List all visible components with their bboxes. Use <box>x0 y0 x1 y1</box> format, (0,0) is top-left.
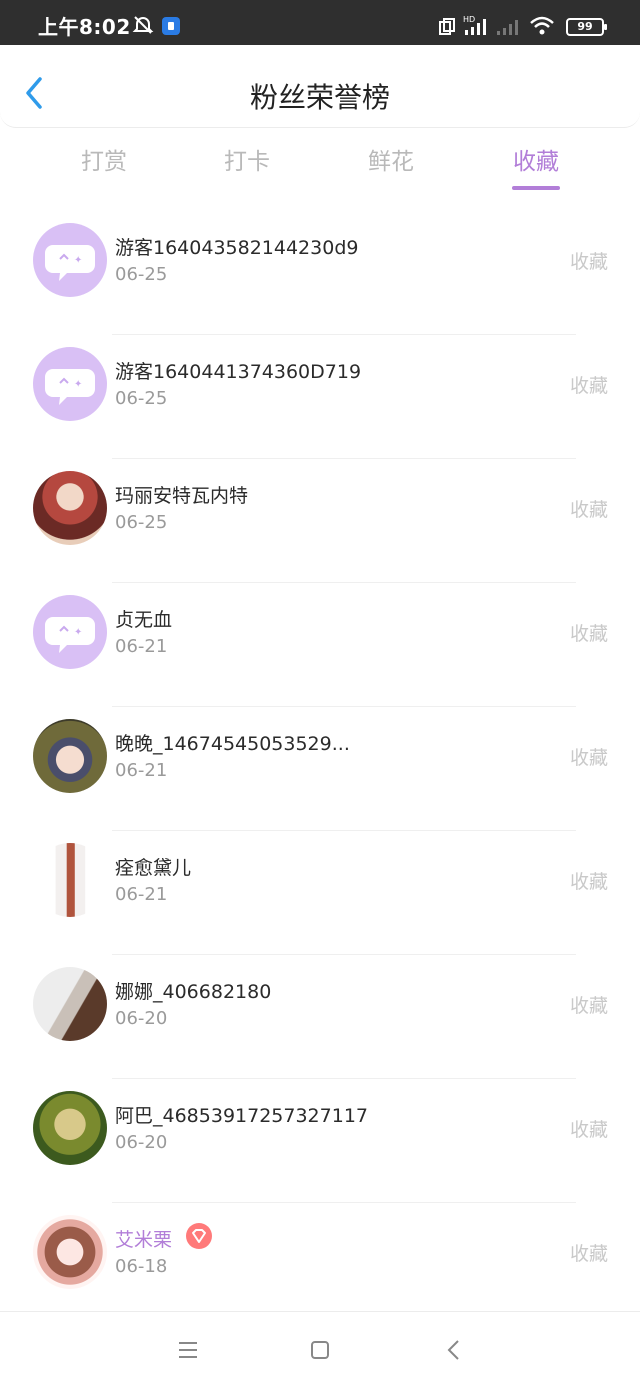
svg-text:✦: ✦ <box>74 627 82 638</box>
app-notification-icon <box>162 17 180 35</box>
favorite-label: 收藏 <box>569 871 608 893</box>
status-time: 上午8:02 <box>38 15 131 39</box>
date: 06-21 <box>115 760 168 781</box>
user-name: 痊愈黛儿 <box>115 857 192 879</box>
date: 06-21 <box>115 636 168 657</box>
signal-icon <box>496 18 520 40</box>
app-header: 粉丝荣誉榜 <box>0 45 640 128</box>
user-name: 艾米栗 <box>115 1229 173 1251</box>
list-item[interactable]: 阿巴_46853917257327117 06-20 收藏 <box>0 1079 640 1203</box>
favorite-label: 收藏 <box>569 995 608 1017</box>
hd-signal-icon: HD <box>463 14 491 40</box>
active-tab-indicator <box>512 186 560 190</box>
page-title: 粉丝荣誉榜 <box>249 81 390 114</box>
home-square-icon[interactable] <box>308 1338 332 1362</box>
user-photo-avatar <box>33 471 107 545</box>
user-name: 贞无血 <box>115 609 173 631</box>
date: 06-21 <box>115 884 168 905</box>
battery-icon: 99 <box>566 18 607 36</box>
favorite-label: 收藏 <box>569 1119 608 1141</box>
back-triangle-icon[interactable] <box>442 1338 466 1362</box>
svg-text:✦: ✦ <box>74 255 82 266</box>
favorite-label: 收藏 <box>569 747 608 769</box>
list-item[interactable]: ✦ 贞无血 06-21 收藏 <box>0 583 640 707</box>
bell-off-icon <box>132 14 154 40</box>
user-photo-avatar <box>33 1091 107 1165</box>
date: 06-20 <box>115 1008 168 1029</box>
tab-bar: 打赏 打卡 鲜花 收藏 <box>0 142 640 194</box>
default-chat-avatar-icon: ✦ <box>33 347 107 421</box>
user-name: 玛丽安特瓦内特 <box>115 485 249 507</box>
list-item[interactable]: ✦ 游客164043582144230d9 06-25 收藏 <box>0 211 640 335</box>
tab-reward[interactable]: 打赏 <box>54 142 154 176</box>
user-photo-avatar <box>33 967 107 1041</box>
date: 06-20 <box>115 1132 168 1153</box>
list-item[interactable]: 玛丽安特瓦内特 06-25 收藏 <box>0 459 640 583</box>
date: 06-25 <box>115 512 168 533</box>
date: 06-25 <box>115 264 168 285</box>
list-item[interactable]: 晚晚_14674545053529... 06-21 收藏 <box>0 707 640 831</box>
tab-favorites[interactable]: 收藏 <box>486 142 586 176</box>
list-item[interactable]: 艾米栗 06-18 收藏 <box>0 1203 640 1327</box>
user-name: 游客164043582144230d9 <box>115 237 359 259</box>
favorite-label: 收藏 <box>569 375 608 397</box>
list-item[interactable]: ✦ 游客1640441374360D719 06-25 收藏 <box>0 335 640 459</box>
user-name: 游客1640441374360D719 <box>115 361 362 383</box>
system-nav-bar <box>0 1311 640 1388</box>
status-bar: 上午8:02 HD 99 <box>0 0 640 45</box>
tab-flowers[interactable]: 鲜花 <box>341 142 441 176</box>
favorite-label: 收藏 <box>569 1243 608 1265</box>
svg-text:HD: HD <box>463 15 475 24</box>
user-photo-avatar <box>33 719 107 793</box>
favorite-label: 收藏 <box>569 623 608 645</box>
user-name: 娜娜_406682180 <box>115 981 272 1003</box>
tab-checkin[interactable]: 打卡 <box>197 142 297 176</box>
favorite-label: 收藏 <box>569 499 608 521</box>
menu-icon[interactable] <box>176 1338 200 1362</box>
default-chat-avatar-icon: ✦ <box>33 223 107 297</box>
user-photo-avatar <box>33 1215 107 1289</box>
svg-text:✦: ✦ <box>74 379 82 390</box>
default-chat-avatar-icon: ✦ <box>33 595 107 669</box>
user-name: 晚晚_14674545053529... <box>115 733 350 755</box>
fan-list: ✦ 游客164043582144230d9 06-25 收藏 ✦ 游客16404… <box>0 211 640 1327</box>
dual-sim-icon <box>438 18 456 40</box>
user-photo-avatar <box>33 843 107 917</box>
list-item[interactable]: 痊愈黛儿 06-21 收藏 <box>0 831 640 955</box>
user-name: 阿巴_46853917257327117 <box>115 1105 369 1127</box>
wifi-icon <box>529 16 555 40</box>
diamond-icon <box>186 1223 212 1249</box>
date: 06-18 <box>115 1256 168 1277</box>
favorite-label: 收藏 <box>569 251 608 273</box>
date: 06-25 <box>115 388 168 409</box>
list-item[interactable]: 娜娜_406682180 06-20 收藏 <box>0 955 640 1079</box>
